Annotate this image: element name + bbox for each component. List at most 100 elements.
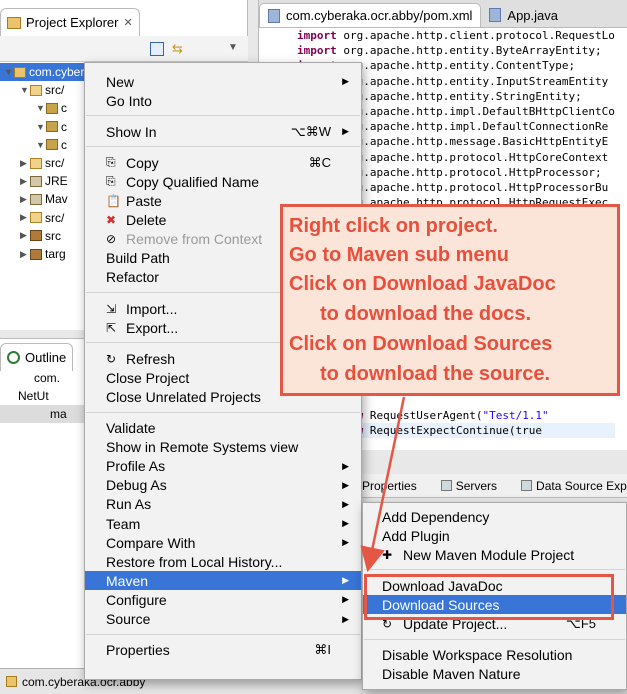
menu-separator bbox=[364, 569, 625, 571]
menu-item-disable-workspace-resolution[interactable]: Disable Workspace Resolution bbox=[363, 646, 626, 665]
refresh-icon: ↻ bbox=[106, 351, 117, 366]
menu-item-profile-as[interactable]: Profile As ▶ bbox=[85, 457, 361, 476]
expanded-arrow-icon[interactable]: ▼ bbox=[36, 122, 46, 132]
submenu-arrow-icon: ▶ bbox=[342, 613, 349, 624]
menu-item-label: Copy bbox=[126, 154, 159, 171]
new-maven-module-icon: ✚ bbox=[382, 547, 393, 562]
xml-file-icon bbox=[268, 8, 280, 23]
menu-separator bbox=[364, 638, 625, 640]
expanded-arrow-icon[interactable]: ▼ bbox=[36, 103, 46, 113]
data-source-explorer-label: Data Source Explor bbox=[536, 478, 627, 493]
code-text: org.apache.http.client.protocol.RequestL… bbox=[336, 29, 615, 42]
folder-icon bbox=[30, 230, 42, 242]
menu-item-label: Team bbox=[106, 515, 141, 532]
menu-item-label: Export... bbox=[126, 319, 179, 336]
menu-item-show-in-remote-systems-view[interactable]: Show in Remote Systems view bbox=[85, 438, 361, 457]
java-file-icon bbox=[489, 8, 502, 22]
menu-item-label: Add Dependency bbox=[382, 508, 490, 525]
menu-item-disable-maven-nature[interactable]: Disable Maven Nature bbox=[363, 665, 626, 684]
menu-item-label: Close Unrelated Projects bbox=[106, 388, 261, 405]
collapsed-arrow-icon[interactable]: ▶ bbox=[20, 230, 30, 241]
menu-item-compare-with[interactable]: Compare With ▶ bbox=[85, 533, 361, 552]
menu-item-debug-as[interactable]: Debug As ▶ bbox=[85, 476, 361, 495]
expanded-arrow-icon[interactable]: ▼ bbox=[36, 140, 46, 150]
menu-separator bbox=[86, 146, 360, 148]
menu-item-label: Run As bbox=[106, 496, 152, 513]
menu-item-label: Profile As bbox=[106, 458, 166, 475]
code-text: org.apache.http.impl.DefaultConnectionRe bbox=[336, 120, 609, 134]
outline-icon bbox=[7, 351, 20, 364]
submenu-arrow-icon: ▶ bbox=[342, 498, 349, 509]
project-explorer-toolbar: ⇆ ▼ bbox=[0, 36, 248, 62]
data-source-explorer-tab[interactable]: Data Source Explor bbox=[521, 479, 627, 493]
menu-item-team[interactable]: Team ▶ bbox=[85, 514, 361, 533]
menu-item-maven[interactable]: Maven ▶ bbox=[85, 571, 361, 591]
tree-item-label: JRE bbox=[45, 174, 68, 189]
tree-item-label: c bbox=[61, 119, 67, 134]
outline-item-label: NetUt bbox=[18, 389, 49, 403]
outline-item-label: ma bbox=[50, 407, 67, 421]
link-with-editor-icon[interactable]: ⇆ bbox=[172, 42, 186, 56]
data-source-icon bbox=[521, 480, 533, 491]
code-text: org.apache.http.entity.ByteArrayEntity; bbox=[336, 44, 602, 58]
collapsed-arrow-icon[interactable]: ▶ bbox=[20, 212, 30, 223]
close-icon[interactable]: ✕ bbox=[123, 16, 132, 29]
menu-item-new[interactable]: New ▶ bbox=[85, 72, 361, 91]
menu-item-show-in[interactable]: Show In ⌥⌘W ▶ bbox=[85, 122, 361, 141]
expanded-arrow-icon[interactable]: ▼ bbox=[4, 67, 14, 77]
view-menu-icon[interactable]: ▼ bbox=[228, 42, 242, 56]
source-folder-icon bbox=[30, 84, 42, 96]
collapse-all-icon[interactable] bbox=[150, 42, 164, 56]
tree-item-label: src bbox=[45, 228, 61, 243]
annotation-highlight-box bbox=[364, 574, 614, 620]
folder-icon bbox=[30, 248, 42, 260]
collapsed-arrow-icon[interactable]: ▶ bbox=[20, 158, 30, 169]
tab-pom-xml-label: com.cyberaka.ocr.abby/pom.xml bbox=[286, 8, 473, 23]
annotation-line: Click on Download JavaDoc bbox=[289, 273, 556, 295]
submenu-arrow-icon: ▶ bbox=[342, 460, 349, 471]
tree-item-label: targ bbox=[45, 247, 66, 261]
annotation-line: Go to Maven sub menu bbox=[289, 244, 510, 266]
menu-item-run-as[interactable]: Run As ▶ bbox=[85, 495, 361, 514]
project-explorer-tab[interactable]: Project Explorer ✕ bbox=[0, 8, 140, 36]
remove-from-context-icon: ⊘ bbox=[106, 232, 117, 247]
menu-item-label: Properties bbox=[106, 642, 170, 659]
export-icon: ⇱ bbox=[106, 320, 117, 335]
project-explorer-icon bbox=[7, 16, 21, 29]
menu-item-copy[interactable]: ⎘ Copy ⌘C bbox=[85, 153, 361, 172]
package-icon bbox=[46, 139, 58, 151]
menu-item-add-plugin[interactable]: Add Plugin bbox=[363, 526, 626, 545]
outline-tab[interactable]: Outline bbox=[0, 343, 74, 371]
menu-item-source[interactable]: Source ▶ bbox=[85, 610, 361, 629]
menu-item-new-maven-module-project[interactable]: ✚ New Maven Module Project bbox=[363, 545, 626, 564]
menu-item-label: Paste bbox=[126, 193, 162, 209]
menu-item-copy-qualified-name[interactable]: ⎘ Copy Qualified Name bbox=[85, 172, 361, 191]
menu-item-validate[interactable]: Validate bbox=[85, 419, 361, 438]
annotation-line: to download the source. bbox=[320, 363, 551, 385]
menu-item-shortcut: ⌘C bbox=[308, 154, 331, 170]
collapsed-arrow-icon[interactable]: ▶ bbox=[20, 194, 30, 205]
code-keyword: import bbox=[297, 44, 337, 58]
delete-icon: ✖ bbox=[106, 213, 117, 228]
menu-item-properties[interactable]: Properties ⌘I bbox=[85, 641, 361, 660]
servers-view-tab[interactable]: Servers bbox=[440, 479, 509, 493]
properties-view-tab[interactable]: Properties bbox=[362, 479, 429, 493]
menu-item-label: Close Project bbox=[106, 369, 190, 386]
tab-pom-xml[interactable]: com.cyberaka.ocr.abby/pom.xml bbox=[259, 3, 482, 27]
copy-icon: ⎘ bbox=[106, 155, 116, 170]
menu-item-configure[interactable]: Configure ▶ bbox=[85, 590, 361, 609]
collapsed-arrow-icon[interactable]: ▶ bbox=[20, 249, 30, 260]
collapsed-arrow-icon[interactable]: ▶ bbox=[20, 176, 30, 187]
code-text: org.apache.http.impl.DefaultBHttpClientC… bbox=[336, 105, 615, 119]
menu-item-go-into[interactable]: Go Into bbox=[85, 91, 361, 110]
submenu-arrow-icon: ▶ bbox=[342, 518, 349, 528]
menu-separator bbox=[86, 115, 360, 117]
expanded-arrow-icon[interactable]: ▼ bbox=[20, 85, 30, 95]
code-line: import org.apache.http.client.protocol.R… bbox=[297, 28, 615, 43]
menu-item-shortcut: ⌘I bbox=[314, 642, 331, 658]
annotation-line: to download the docs. bbox=[320, 303, 532, 325]
menu-item-add-dependency[interactable]: Add Dependency bbox=[363, 507, 626, 526]
code-keyword: import bbox=[297, 29, 337, 42]
menu-item-restore-from-local-history[interactable]: Restore from Local History... bbox=[85, 552, 361, 571]
tab-app-java[interactable]: App.java bbox=[481, 3, 566, 27]
